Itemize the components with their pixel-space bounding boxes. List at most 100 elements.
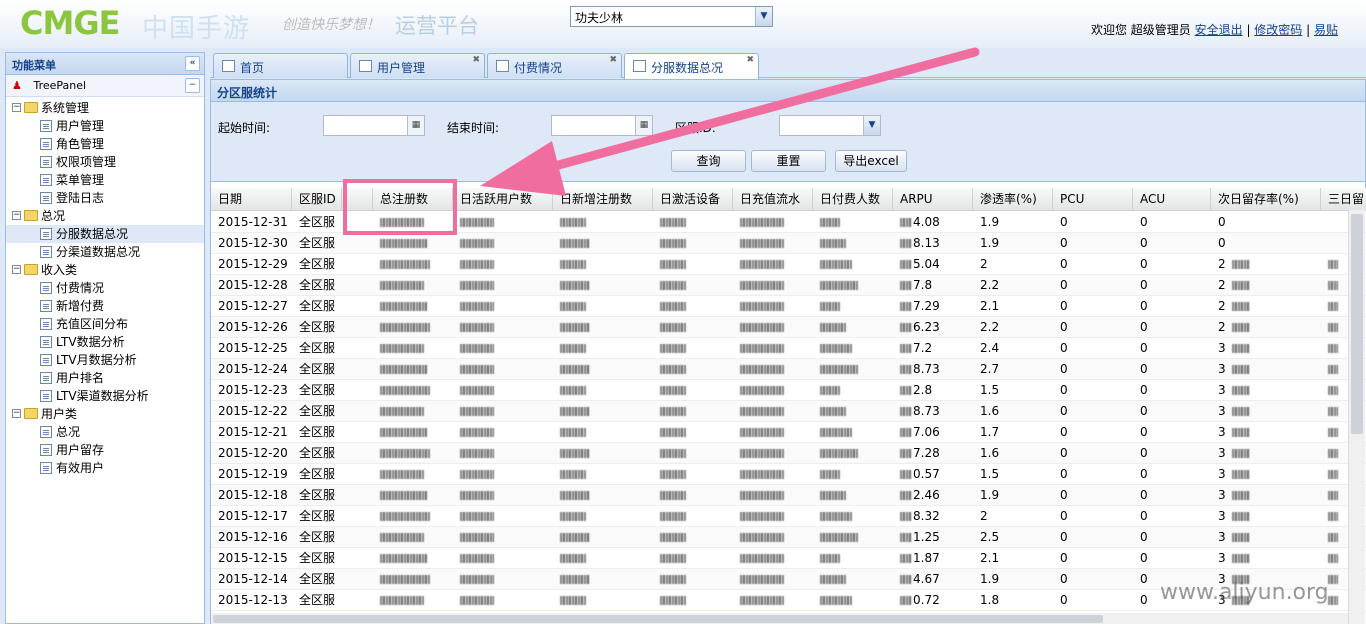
table-row[interactable]: 2015-12-23 全区服 2.8 1.5 0 0 3 <box>211 380 1366 401</box>
table-row[interactable]: 2015-12-29 全区服 5.04 2 0 0 2 <box>211 254 1366 275</box>
redacted-value <box>1232 512 1250 521</box>
easy-post-link[interactable]: 易贴 <box>1314 23 1338 37</box>
arpu-cell: 8.13 <box>893 233 973 254</box>
redacted-cell <box>453 485 553 506</box>
tree-node[interactable]: 登陆日志 <box>6 189 204 207</box>
expand-toggle-icon[interactable]: − <box>12 103 21 112</box>
table-row[interactable]: 2015-12-24 全区服 8.73 2.7 0 0 3 <box>211 359 1366 380</box>
tree-node[interactable]: − 收入类 <box>6 261 204 279</box>
expand-toggle-icon[interactable]: − <box>12 211 21 220</box>
tree-node[interactable]: − 系统管理 <box>6 99 204 117</box>
tree-node[interactable]: LTV渠道数据分析 <box>6 387 204 405</box>
tree-node[interactable]: LTV数据分析 <box>6 333 204 351</box>
table-row[interactable]: 2015-12-16 全区服 1.25 2.5 0 0 3 <box>211 527 1366 548</box>
scroll-thumb[interactable] <box>213 615 1103 623</box>
tree-node[interactable]: 角色管理 <box>6 135 204 153</box>
tree-node[interactable]: 用户留存 <box>6 441 204 459</box>
collapse-icon[interactable]: − <box>185 78 200 93</box>
table-row[interactable]: 2015-12-20 全区服 7.28 1.6 0 0 3 <box>211 443 1366 464</box>
tab-home[interactable]: 首页 <box>213 53 348 78</box>
redacted-value <box>740 575 784 584</box>
table-row[interactable]: 2015-12-15 全区服 1.87 2.1 0 0 3 <box>211 548 1366 569</box>
column-header[interactable]: 日期 <box>211 188 292 211</box>
scroll-thumb[interactable] <box>1351 214 1363 434</box>
table-row[interactable]: 2015-12-21 全区服 7.06 1.7 0 0 3 <box>211 422 1366 443</box>
column-header[interactable]: 日充值流水 <box>733 188 813 211</box>
tree-node[interactable]: − 总况 <box>6 207 204 225</box>
column-header[interactable]: 日新增注册数 <box>553 188 653 211</box>
logout-link[interactable]: 安全退出 <box>1195 23 1243 37</box>
vertical-scrollbar[interactable] <box>1348 210 1365 624</box>
tree-node-label: 充值区间分布 <box>56 317 129 331</box>
server-id-select[interactable]: ▼ <box>779 115 881 136</box>
column-header[interactable]: 次日留存率(%) <box>1211 188 1321 211</box>
tab-payment[interactable]: 付费情况 ✖ <box>487 53 622 78</box>
end-date-field[interactable]: ▦ <box>551 115 653 136</box>
close-icon[interactable]: ✖ <box>472 55 480 65</box>
table-row[interactable]: 2015-12-25 全区服 7.2 2.4 0 0 3 <box>211 338 1366 359</box>
chevron-down-icon[interactable]: ▼ <box>863 116 880 135</box>
tree-node[interactable]: 分服数据总况 <box>6 225 204 243</box>
column-header[interactable]: 渗透率(%) <box>973 188 1053 211</box>
document-icon <box>40 282 52 294</box>
table-cell: 2015-12-17 <box>218 509 288 523</box>
tree-node-label: LTV数据分析 <box>56 335 125 349</box>
column-header[interactable]: 日激活设备 <box>653 188 733 211</box>
calendar-icon[interactable]: ▦ <box>635 116 652 135</box>
table-row[interactable]: 2015-12-22 全区服 8.73 1.6 0 0 3 <box>211 401 1366 422</box>
chevron-down-icon[interactable]: ▼ <box>755 7 772 26</box>
expand-toggle-icon[interactable]: − <box>12 409 21 418</box>
tab-user-management[interactable]: 用户管理 ✖ <box>350 53 485 78</box>
redacted-value <box>560 344 586 353</box>
arpu-cell: 8.73 <box>893 359 973 380</box>
calendar-icon[interactable]: ▦ <box>407 116 424 135</box>
expand-toggle-icon[interactable]: − <box>12 265 21 274</box>
column-header[interactable]: ACU <box>1133 188 1211 211</box>
column-header[interactable]: 区服ID <box>292 188 342 211</box>
tree-node[interactable]: 权限项管理 <box>6 153 204 171</box>
arpu-value: 7.28 <box>913 446 940 460</box>
table-cell: 全区服 <box>299 467 336 481</box>
page-icon <box>496 60 509 72</box>
tree-node-label: LTV月数据分析 <box>56 353 137 367</box>
table-row[interactable]: 2015-12-18 全区服 2.46 1.9 0 0 3 <box>211 485 1366 506</box>
column-header[interactable]: 日活跃用户数 <box>453 188 553 211</box>
horizontal-scrollbar[interactable] <box>211 613 1350 624</box>
reset-button[interactable]: 重置 <box>751 150 826 172</box>
tree-node[interactable]: 总况 <box>6 423 204 441</box>
column-header[interactable]: PCU <box>1053 188 1133 211</box>
redacted-value <box>740 386 784 395</box>
tree-node[interactable]: 充值区间分布 <box>6 315 204 333</box>
tree-node[interactable]: 用户排名 <box>6 369 204 387</box>
redacted-cell <box>813 338 893 359</box>
table-row[interactable]: 2015-12-30 全区服 8.13 1.9 0 0 0 <box>211 233 1366 254</box>
tree-node[interactable]: LTV月数据分析 <box>6 351 204 369</box>
table-row[interactable]: 2015-12-19 全区服 0.57 1.5 0 0 3 <box>211 464 1366 485</box>
start-date-field[interactable]: ▦ <box>323 115 425 136</box>
tree-node[interactable]: 分渠道数据总况 <box>6 243 204 261</box>
tree-node[interactable]: 菜单管理 <box>6 171 204 189</box>
table-cell: 2015-12-13 <box>218 593 288 607</box>
table-row[interactable]: 2015-12-27 全区服 7.29 2.1 0 0 2 <box>211 296 1366 317</box>
collapse-left-icon[interactable]: « <box>185 56 200 71</box>
query-button[interactable]: 查询 <box>671 150 746 172</box>
change-password-link[interactable]: 修改密码 <box>1254 23 1302 37</box>
table-cell: 0 <box>1140 278 1148 292</box>
tab-server-overview[interactable]: 分服数据总况 ✖ <box>624 53 759 79</box>
redacted-value <box>900 239 912 248</box>
tree-node[interactable]: 新增付费 <box>6 297 204 315</box>
close-icon[interactable]: ✖ <box>609 55 617 65</box>
tree-node[interactable]: 付费情况 <box>6 279 204 297</box>
column-header[interactable]: 三日留 <box>1321 188 1366 211</box>
column-header[interactable]: 日付费人数 <box>813 188 893 211</box>
tree-node[interactable]: 用户管理 <box>6 117 204 135</box>
close-icon[interactable]: ✖ <box>746 55 754 65</box>
table-row[interactable]: 2015-12-17 全区服 8.32 2 0 0 3 <box>211 506 1366 527</box>
column-header[interactable]: ARPU <box>893 188 973 211</box>
table-row[interactable]: 2015-12-28 全区服 7.8 2.2 0 0 2 <box>211 275 1366 296</box>
tree-node[interactable]: 有效用户 <box>6 459 204 477</box>
game-select[interactable]: 功夫少林 ▼ <box>570 6 773 27</box>
tree-node[interactable]: − 用户类 <box>6 405 204 423</box>
export-excel-button[interactable]: 导出excel <box>835 150 907 172</box>
table-row[interactable]: 2015-12-26 全区服 6.23 2.2 0 0 2 <box>211 317 1366 338</box>
